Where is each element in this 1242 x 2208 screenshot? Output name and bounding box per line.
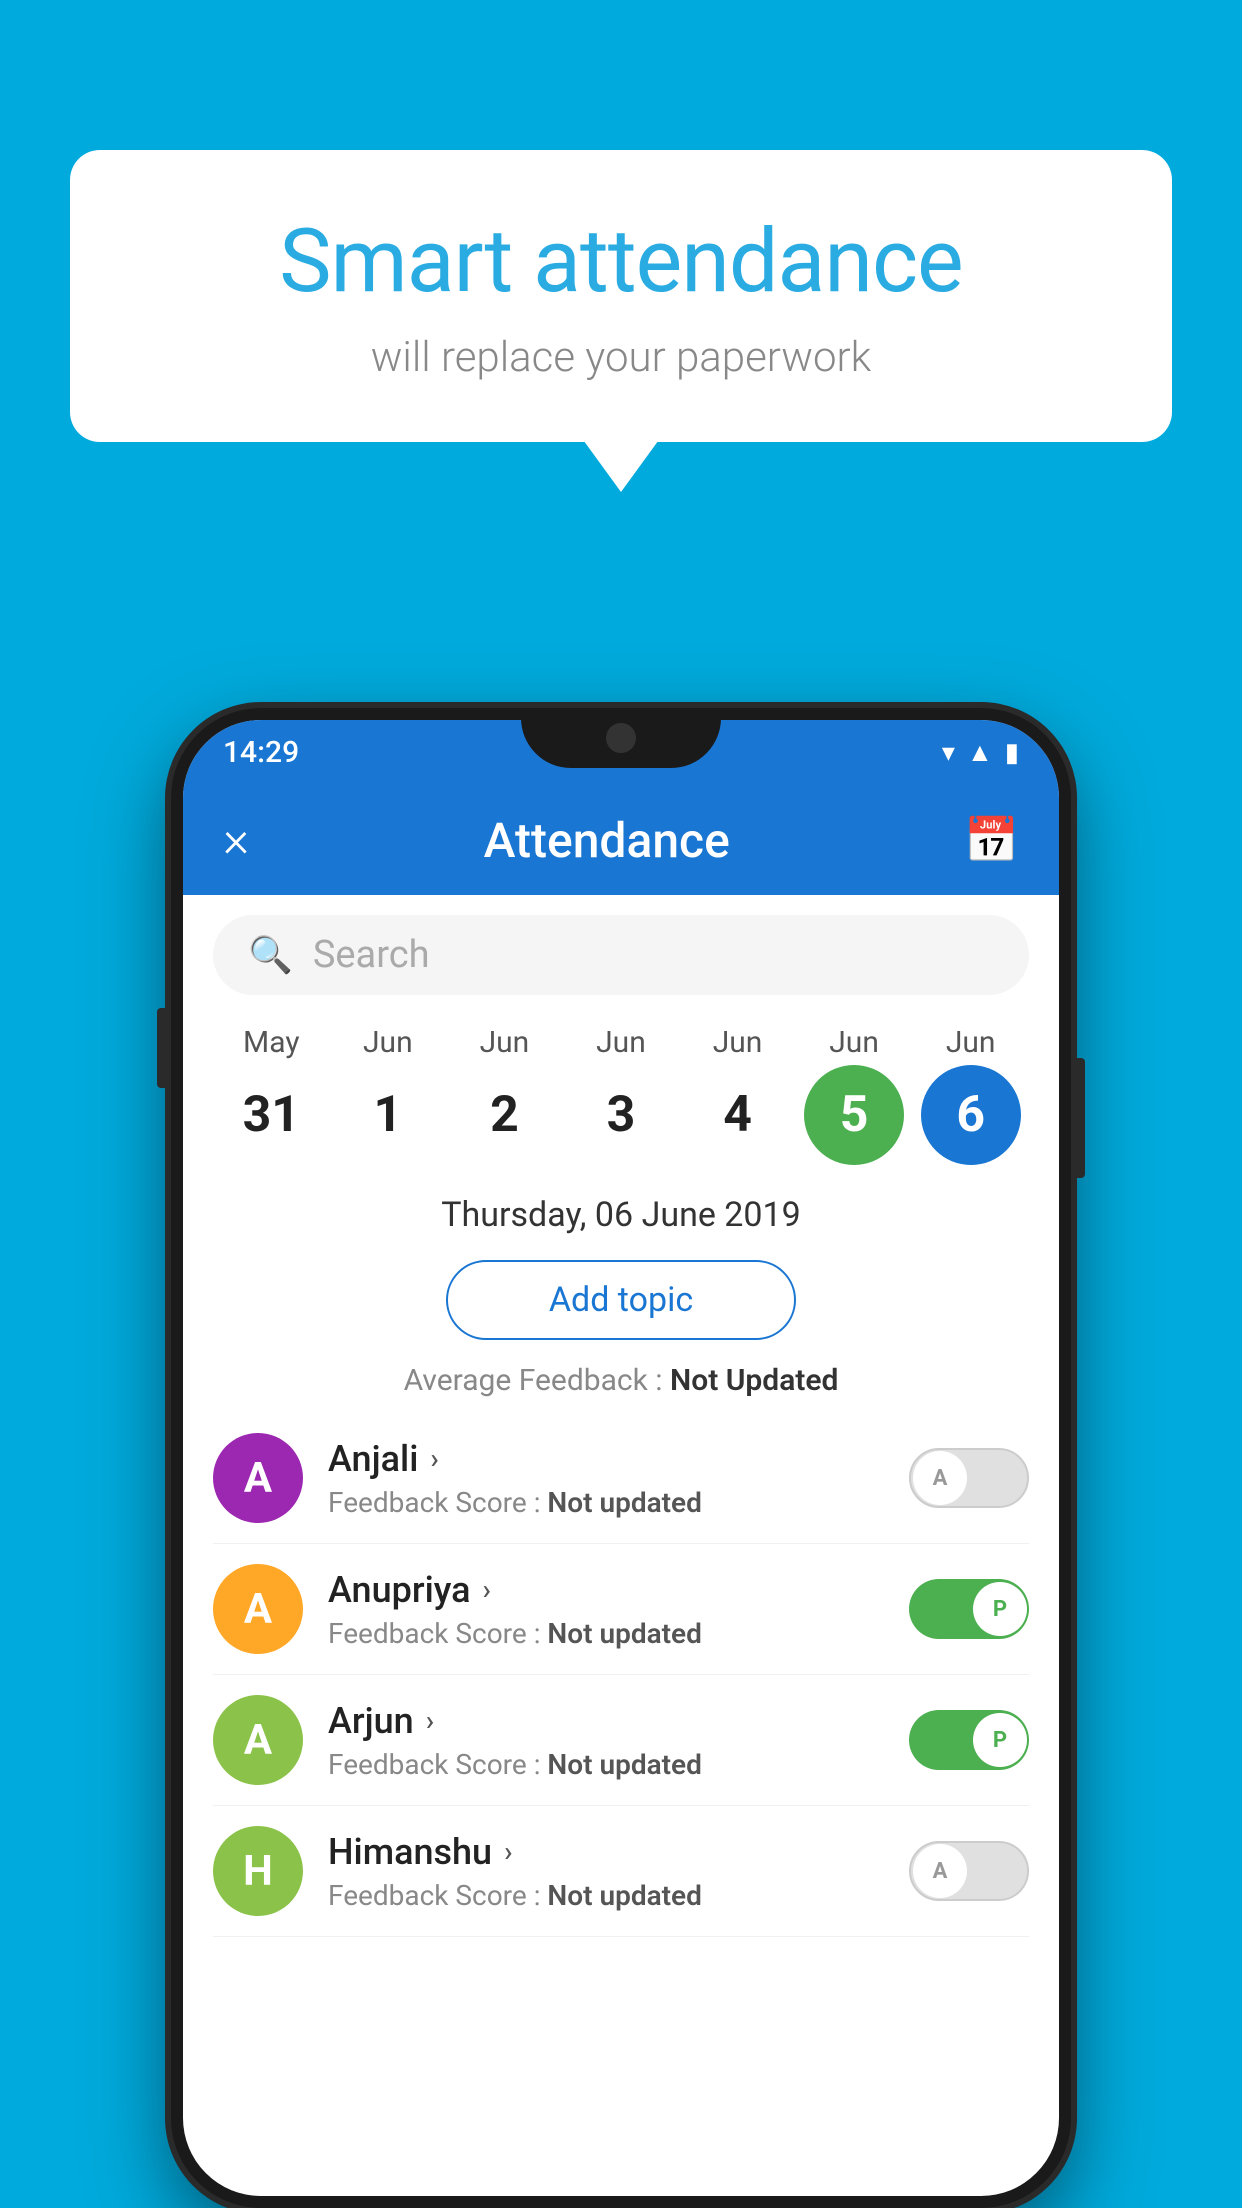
status-icons: ▾ ▲ ▮	[942, 737, 1019, 768]
cal-date-6[interactable]: 6	[921, 1065, 1021, 1165]
avatar-arjun: A	[213, 1695, 303, 1785]
toggle-himanshu[interactable]: A	[909, 1841, 1029, 1901]
app-bar-title: Attendance	[484, 812, 730, 869]
cal-month-1: Jun	[338, 1025, 438, 1060]
student-score-arjun: Feedback Score : Not updated	[328, 1748, 884, 1781]
student-info-anjali: Anjali › Feedback Score : Not updated	[328, 1438, 884, 1519]
toggle-switch-himanshu[interactable]: A	[909, 1841, 1029, 1901]
student-info-himanshu: Himanshu › Feedback Score : Not updated	[328, 1831, 884, 1912]
student-name-anupriya[interactable]: Anupriya ›	[328, 1569, 884, 1611]
toggle-knob-arjun: P	[973, 1713, 1027, 1767]
avg-feedback-label: Average Feedback :	[404, 1363, 670, 1398]
avatar-himanshu: H	[213, 1826, 303, 1916]
battery-icon: ▮	[1005, 738, 1019, 768]
phone-frame: 14:29 ▾ ▲ ▮ × Attendance 📅 🔍 Search	[171, 708, 1071, 2208]
student-item-himanshu: H Himanshu › Feedback Score : Not update…	[213, 1806, 1029, 1937]
student-score-anupriya: Feedback Score : Not updated	[328, 1617, 884, 1650]
toggle-knob-himanshu: A	[913, 1844, 967, 1898]
cal-date-1[interactable]: 1	[338, 1065, 438, 1165]
cal-month-2: Jun	[454, 1025, 554, 1060]
cal-date-5[interactable]: 5	[804, 1065, 904, 1165]
status-time: 14:29	[223, 735, 299, 770]
bubble-subtitle: will replace your paperwork	[150, 333, 1092, 382]
search-placeholder: Search	[313, 933, 430, 977]
app-bar: × Attendance 📅	[183, 785, 1059, 895]
search-bar[interactable]: 🔍 Search	[213, 915, 1029, 995]
student-item-arjun: A Arjun › Feedback Score : Not updated P	[213, 1675, 1029, 1806]
wifi-icon: ▾	[942, 738, 955, 768]
toggle-arjun[interactable]: P	[909, 1710, 1029, 1770]
cal-date-2[interactable]: 2	[454, 1065, 554, 1165]
bubble-title: Smart attendance	[150, 210, 1092, 313]
add-topic-button[interactable]: Add topic	[446, 1260, 796, 1340]
student-info-anupriya: Anupriya › Feedback Score : Not updated	[328, 1569, 884, 1650]
calendar-icon[interactable]: 📅	[964, 814, 1019, 866]
toggle-switch-anupriya[interactable]: P	[909, 1579, 1029, 1639]
search-icon: 🔍	[248, 934, 293, 976]
toggle-knob-anjali: A	[913, 1451, 967, 1505]
cal-month-6: Jun	[921, 1025, 1021, 1060]
avg-feedback-value: Not Updated	[670, 1363, 838, 1398]
calendar-months: May Jun Jun Jun Jun Jun Jun	[203, 1025, 1039, 1060]
toggle-switch-anjali[interactable]: A	[909, 1448, 1029, 1508]
toggle-anjali[interactable]: A	[909, 1448, 1029, 1508]
toggle-anupriya[interactable]: P	[909, 1579, 1029, 1639]
student-score-himanshu: Feedback Score : Not updated	[328, 1879, 884, 1912]
student-score-anjali: Feedback Score : Not updated	[328, 1486, 884, 1519]
student-item-anjali: A Anjali › Feedback Score : Not updated …	[213, 1413, 1029, 1544]
student-name-arjun[interactable]: Arjun ›	[328, 1700, 884, 1742]
phone-notch	[521, 708, 721, 768]
volume-button	[157, 1008, 171, 1088]
cal-date-0[interactable]: 31	[221, 1065, 321, 1165]
avatar-anjali: A	[213, 1433, 303, 1523]
phone-wrapper: 14:29 ▾ ▲ ▮ × Attendance 📅 🔍 Search	[171, 708, 1071, 2208]
student-info-arjun: Arjun › Feedback Score : Not updated	[328, 1700, 884, 1781]
phone-screen: 14:29 ▾ ▲ ▮ × Attendance 📅 🔍 Search	[183, 720, 1059, 2196]
student-name-anjali[interactable]: Anjali ›	[328, 1438, 884, 1480]
front-camera	[606, 723, 636, 753]
chevron-icon: ›	[430, 1442, 438, 1475]
power-button	[1071, 1058, 1085, 1178]
avatar-anupriya: A	[213, 1564, 303, 1654]
cal-month-4: Jun	[688, 1025, 788, 1060]
student-name-himanshu[interactable]: Himanshu ›	[328, 1831, 884, 1873]
chevron-icon: ›	[483, 1573, 491, 1606]
selected-date: Thursday, 06 June 2019	[183, 1185, 1059, 1245]
avg-feedback: Average Feedback : Not Updated	[183, 1355, 1059, 1413]
speech-bubble-container: Smart attendance will replace your paper…	[70, 150, 1172, 442]
chevron-icon: ›	[504, 1835, 512, 1868]
signal-icon: ▲	[967, 737, 993, 768]
cal-date-3[interactable]: 3	[571, 1065, 671, 1165]
cal-month-0: May	[221, 1025, 321, 1060]
calendar-strip: May Jun Jun Jun Jun Jun Jun 31 1 2 3 4 5…	[183, 1015, 1059, 1185]
speech-bubble: Smart attendance will replace your paper…	[70, 150, 1172, 442]
toggle-knob-anupriya: P	[973, 1582, 1027, 1636]
student-item-anupriya: A Anupriya › Feedback Score : Not update…	[213, 1544, 1029, 1675]
chevron-icon: ›	[426, 1704, 434, 1737]
student-list: A Anjali › Feedback Score : Not updated …	[183, 1413, 1059, 1937]
cal-month-5: Jun	[804, 1025, 904, 1060]
cal-date-4[interactable]: 4	[688, 1065, 788, 1165]
close-button[interactable]: ×	[223, 811, 249, 869]
toggle-switch-arjun[interactable]: P	[909, 1710, 1029, 1770]
cal-month-3: Jun	[571, 1025, 671, 1060]
calendar-dates: 31 1 2 3 4 5 6	[203, 1060, 1039, 1180]
